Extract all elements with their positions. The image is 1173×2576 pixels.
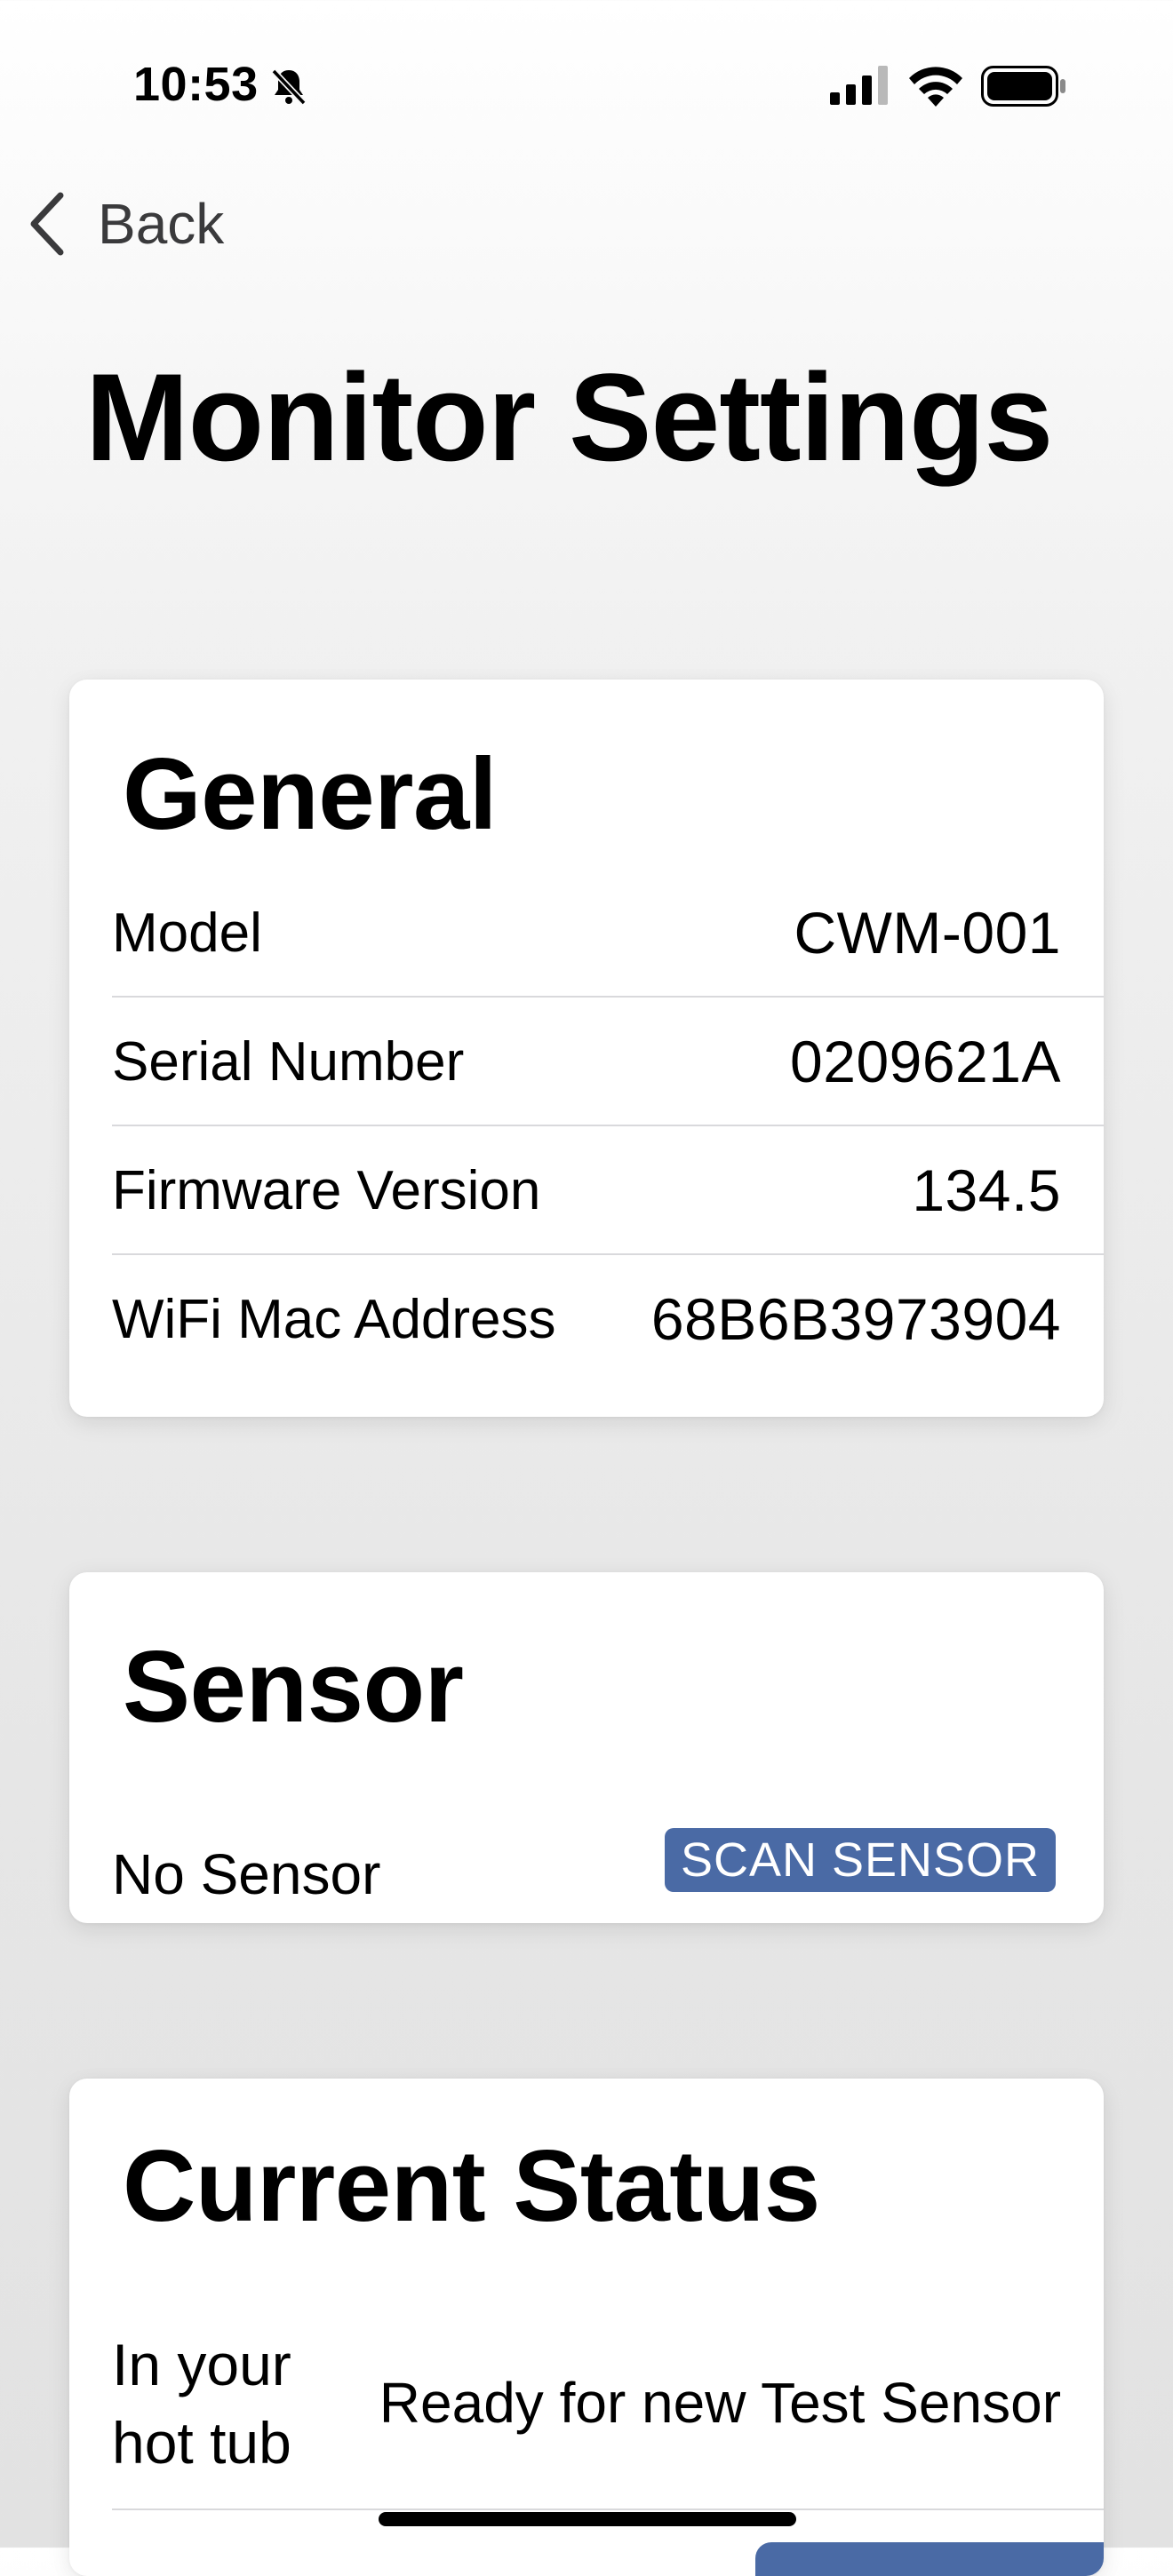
model-label: Model — [112, 902, 262, 964]
status-time: 10:53 — [133, 58, 259, 111]
location-value: Ready for new Test Sensor — [379, 2371, 1061, 2435]
back-label: Back — [98, 192, 225, 256]
wifi-mac-address-value: 68B6B3973904 — [650, 1286, 1061, 1352]
bell-slash-icon — [271, 68, 307, 106]
serial-number-value: 0209621A — [790, 1029, 1061, 1094]
model-row: Model CWM-001 — [112, 869, 1104, 998]
status-bar: 10:53 — [0, 0, 1173, 169]
firmware-version-row: Firmware Version 134.5 — [112, 1126, 1104, 1255]
chevron-left-icon — [30, 192, 64, 256]
serial-number-label: Serial Number — [112, 1031, 465, 1093]
model-value: CWM-001 — [794, 900, 1061, 966]
current-status-card: Current Status In your hot tub Ready for… — [69, 2079, 1104, 2576]
firmware-version-label: Firmware Version — [112, 1160, 541, 1221]
sensor-card: Sensor No Sensor SCAN SENSOR — [69, 1572, 1104, 1923]
sensor-status-text: No Sensor — [112, 1842, 381, 1906]
location-label: In your hot tub — [112, 2332, 291, 2476]
signal-icon — [830, 66, 888, 105]
page-title: Monitor Settings — [85, 347, 1053, 487]
current-status-title: Current Status — [123, 2130, 820, 2243]
firmware-version-value: 134.5 — [912, 1157, 1061, 1223]
home-indicator[interactable] — [379, 2512, 796, 2526]
general-title: General — [123, 738, 498, 851]
general-card: General Model CWM-001 Serial Number 0209… — [69, 680, 1104, 1417]
sensor-title: Sensor — [123, 1631, 464, 1744]
back-button[interactable]: Back — [27, 187, 224, 261]
wifi-mac-address-label: WiFi Mac Address — [112, 1289, 556, 1350]
wifi-icon — [909, 67, 962, 107]
serial-number-row: Serial Number 0209621A — [112, 998, 1104, 1126]
battery-icon — [981, 66, 1065, 107]
scan-sensor-button[interactable]: SCAN SENSOR — [665, 1828, 1056, 1892]
wifi-mac-address-row: WiFi Mac Address 68B6B3973904 — [112, 1255, 1104, 1384]
row-divider — [112, 2508, 1104, 2510]
